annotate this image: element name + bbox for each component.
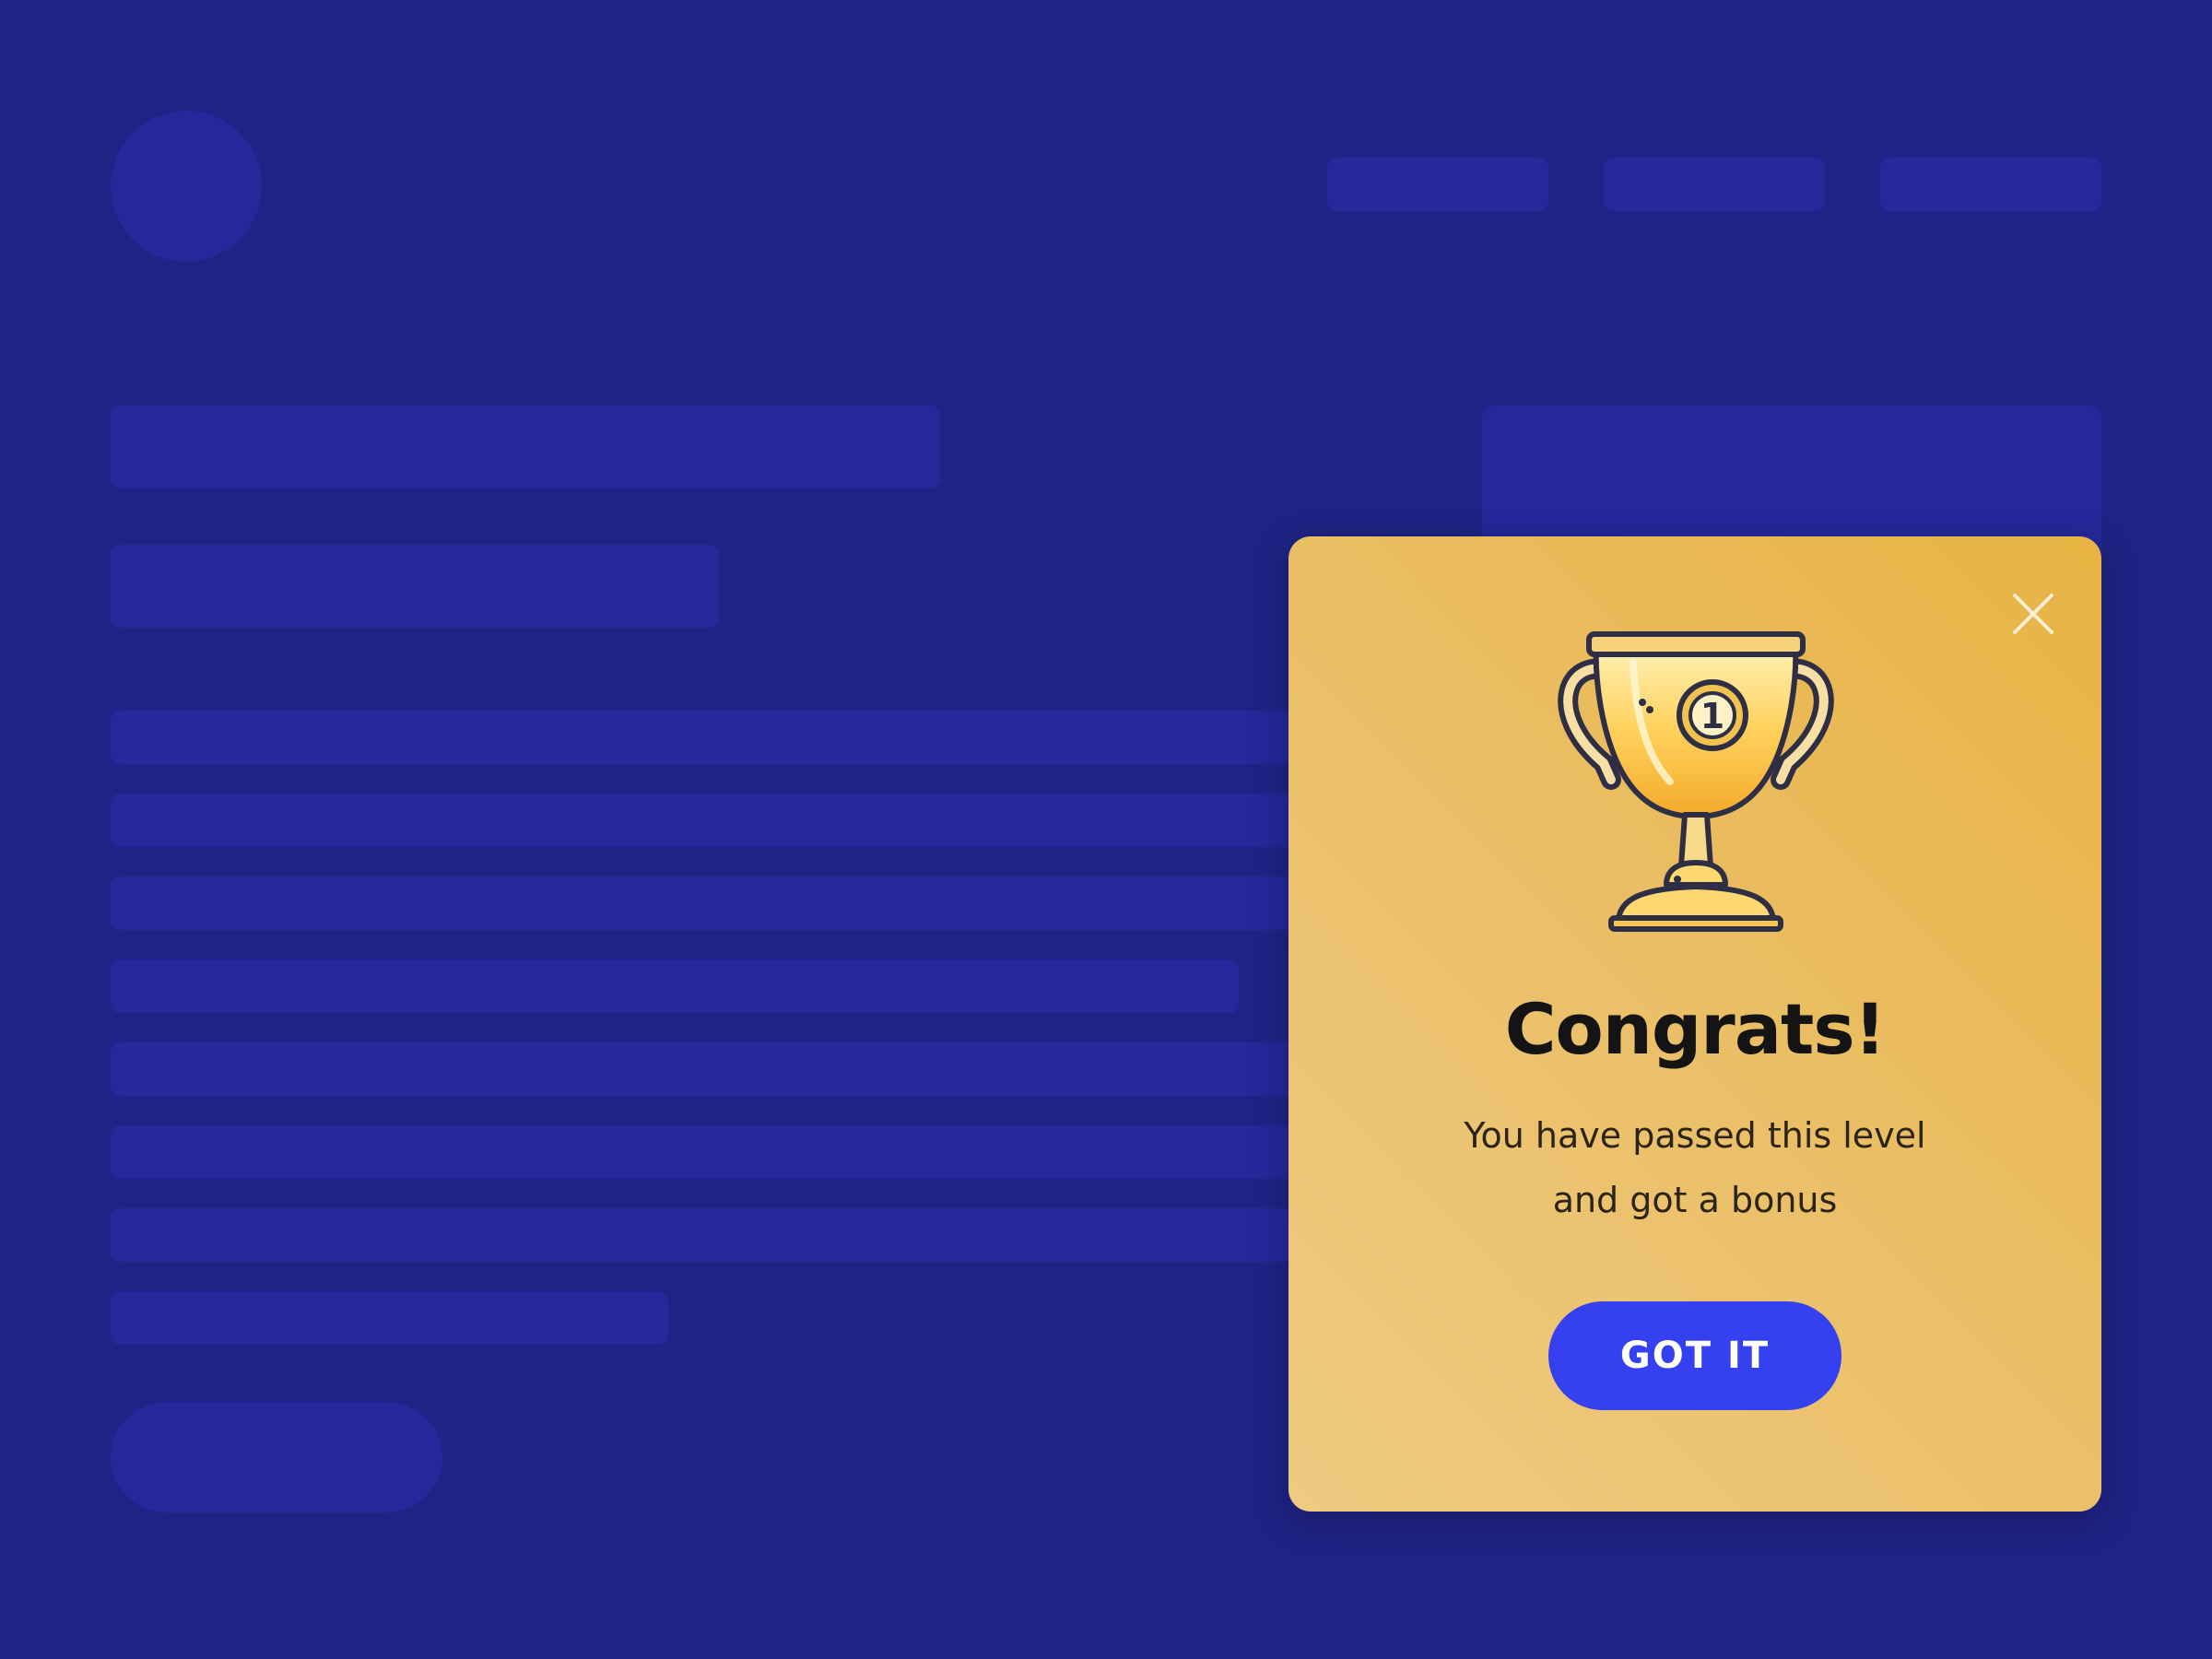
text-line-placeholder (111, 877, 1309, 930)
text-line-placeholder (111, 1291, 668, 1345)
text-line-placeholder (111, 959, 1239, 1013)
nav-item-placeholder-2 (1604, 158, 1825, 211)
close-button[interactable] (2006, 586, 2061, 641)
subtitle-placeholder (111, 545, 719, 628)
modal-message-line-1: You have passed this level (1464, 1115, 1926, 1156)
text-line-placeholder (111, 1125, 1309, 1179)
got-it-button[interactable]: GOT IT (1548, 1301, 1841, 1410)
close-icon (2013, 594, 2053, 634)
nav-item-placeholder-1 (1327, 158, 1548, 211)
title-placeholder (111, 406, 940, 488)
text-line-placeholder (111, 1208, 1309, 1262)
text-line-placeholder (111, 711, 1309, 764)
button-placeholder (111, 1402, 442, 1512)
text-line-placeholder (111, 1042, 1309, 1096)
modal-message-line-2: and got a bonus (1552, 1180, 1838, 1220)
text-line-placeholder (111, 794, 1309, 847)
trophy-icon: 1 (1558, 631, 1834, 932)
nav-item-placeholder-3 (1880, 158, 2101, 211)
trophy-badge-number: 1 (1700, 696, 1724, 736)
congrats-modal: 1 Congrats! You have passed this level a… (1288, 536, 2101, 1512)
modal-title: Congrats! (1504, 988, 1887, 1070)
avatar-placeholder (111, 111, 262, 262)
